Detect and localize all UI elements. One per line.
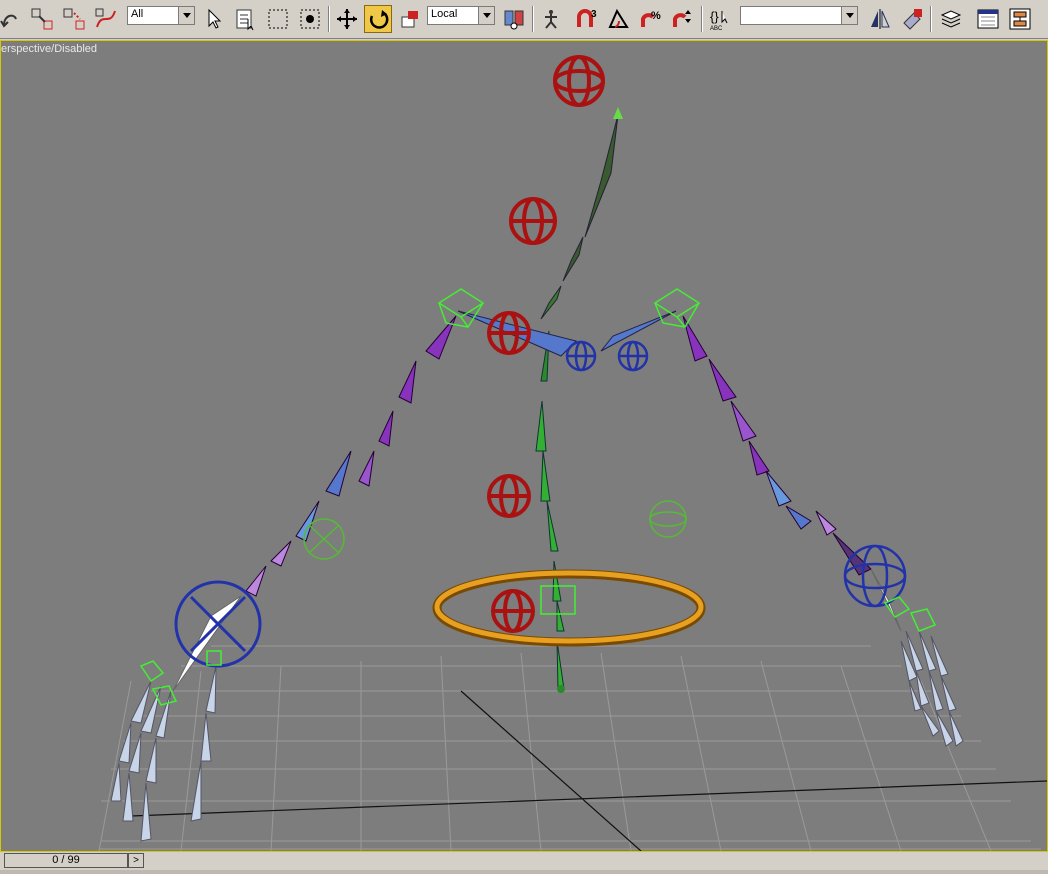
selection-filter-dropdown[interactable]: All: [127, 6, 195, 25]
select-and-rotate-icon[interactable]: [364, 5, 392, 33]
select-and-scale-icon[interactable]: [396, 5, 424, 33]
toolbar-separator: [930, 6, 932, 32]
named-selection-dropdown[interactable]: [740, 6, 858, 25]
svg-text:%: %: [651, 10, 661, 22]
toolbar-separator: [532, 6, 534, 32]
toolbar-separator: [701, 6, 703, 32]
svg-text:3: 3: [591, 9, 597, 20]
angle-snap-icon[interactable]: [605, 5, 633, 33]
svg-text:{}: {}: [710, 9, 719, 24]
layer-manager-icon[interactable]: [937, 5, 965, 33]
svg-text:ABC: ABC: [710, 26, 723, 31]
root-ring-helper: [432, 569, 706, 647]
frame-readout: 0 / 99: [52, 854, 80, 866]
home-grid: [98, 645, 1041, 851]
edit-named-selection-icon[interactable]: {} ABC: [706, 5, 734, 33]
toolbar-separator: [328, 6, 330, 32]
blue-controller-spheres: [174, 340, 907, 668]
rectangular-selection-icon[interactable]: [264, 5, 292, 33]
chevron-down-icon: [178, 7, 194, 24]
spine-bones: [535, 107, 623, 693]
spinner-snap-icon[interactable]: [669, 5, 697, 33]
viewport-scene: [98, 55, 1047, 851]
grid-axis-lines: [130, 690, 1047, 851]
chevron-down-icon: [841, 7, 857, 24]
reference-coordinate-dropdown[interactable]: Local: [427, 6, 495, 25]
time-slider[interactable]: 0 / 99: [4, 853, 128, 868]
unlink-selection-icon[interactable]: [60, 5, 88, 33]
track-bar[interactable]: [0, 870, 1048, 874]
select-and-manipulate-icon[interactable]: [537, 5, 565, 33]
time-slider-bar: 0 / 99 >: [0, 852, 1048, 874]
time-slider-next-button[interactable]: >: [128, 853, 144, 868]
align-icon[interactable]: [898, 5, 926, 33]
curve-editor-icon[interactable]: [974, 5, 1002, 33]
pivot-point-center-icon[interactable]: [500, 5, 528, 33]
snaps-toggle-icon[interactable]: 3: [573, 5, 601, 33]
reference-coordinate-value: Local: [431, 8, 458, 20]
schematic-view-icon[interactable]: [1006, 5, 1034, 33]
right-arm-bones: [682, 315, 902, 632]
select-and-link-icon[interactable]: [28, 5, 56, 33]
select-object-icon[interactable]: [200, 5, 228, 33]
chevron-down-icon: [478, 7, 494, 24]
undo-icon[interactable]: [0, 5, 24, 33]
window-crossing-icon[interactable]: [296, 5, 324, 33]
main-toolbar: All Local 3 % {} ABC: [0, 0, 1048, 39]
select-by-name-icon[interactable]: [232, 5, 260, 33]
perspective-viewport[interactable]: erspective/Disabled: [0, 40, 1048, 852]
select-and-move-icon[interactable]: [333, 5, 361, 33]
right-hand-fingers: [900, 630, 964, 747]
percent-snap-icon[interactable]: %: [637, 5, 665, 33]
left-arm-bones: [172, 315, 457, 692]
mirror-icon[interactable]: [866, 5, 894, 33]
bind-to-space-warp-icon[interactable]: [92, 5, 120, 33]
selection-filter-value: All: [131, 8, 144, 20]
